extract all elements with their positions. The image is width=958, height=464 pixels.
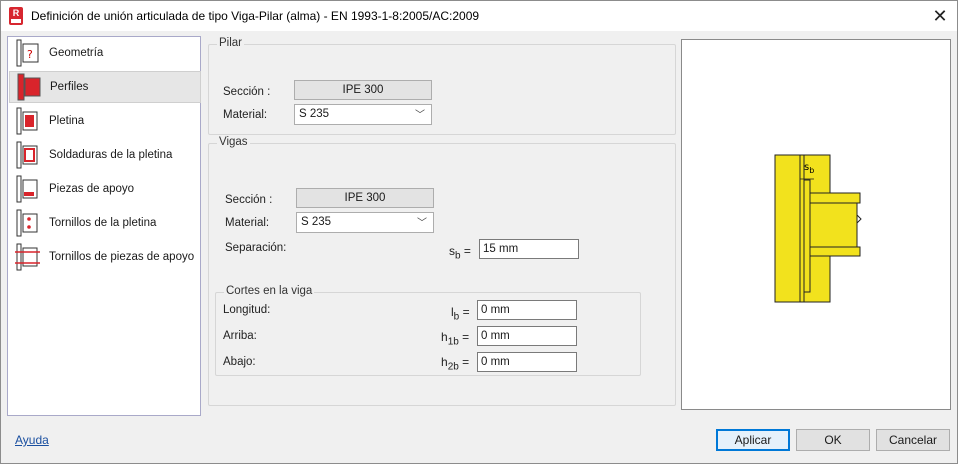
- profiles-icon: [15, 72, 45, 102]
- nav-label: Pletina: [49, 115, 85, 127]
- help-link[interactable]: Ayuda: [15, 433, 49, 447]
- close-button[interactable]: ✕: [929, 5, 951, 27]
- nav-label: Tornillos de la pletina: [49, 217, 157, 229]
- connection-drawing: sb: [774, 154, 862, 303]
- pilar-material-select[interactable]: S 235 ﹀: [294, 104, 432, 125]
- beam-top-flange: [809, 192, 861, 204]
- chevron-down-icon: ﹀: [417, 218, 427, 229]
- vigas-group-title: Vigas: [217, 136, 250, 148]
- apply-button[interactable]: Aplicar: [716, 429, 790, 451]
- nav-item-tornillos-pletina[interactable]: Tornillos de la pletina: [9, 207, 201, 239]
- geometry-icon: ?: [14, 38, 44, 68]
- dialog-window: R Definición de unión articulada de tipo…: [0, 0, 958, 464]
- section-nav-list: ? Geometría Perfiles Pletina Soldaduras …: [7, 36, 201, 416]
- arriba-label: Arriba:: [223, 330, 257, 342]
- separation-input[interactable]: 15 mm: [479, 239, 579, 259]
- nav-label: Piezas de apoyo: [49, 183, 135, 195]
- plate-welds-icon: [14, 140, 44, 170]
- nav-label: Geometría: [49, 47, 104, 59]
- abajo-symbol: h2b =: [441, 355, 470, 373]
- nav-item-piezas-apoyo[interactable]: Piezas de apoyo: [9, 173, 201, 205]
- cortes-group: Cortes en la viga: [215, 285, 641, 376]
- beam-bottom-flange: [809, 246, 861, 257]
- svg-text:?: ?: [27, 48, 33, 61]
- separation-label: Separación:: [225, 242, 287, 254]
- pilar-material-value: S 235: [299, 108, 330, 120]
- pilar-section-field[interactable]: IPE 300: [294, 80, 432, 100]
- chevron-down-icon: ﹀: [415, 110, 425, 121]
- break-mark: [856, 214, 862, 224]
- beam-web: [809, 202, 858, 248]
- nav-label: Soldaduras de la pletina: [49, 149, 173, 161]
- vigas-material-value: S 235: [301, 216, 332, 228]
- vigas-material-select[interactable]: S 235 ﹀: [296, 212, 434, 233]
- fin-plate: [803, 179, 811, 293]
- longitud-symbol: lb =: [451, 305, 470, 323]
- title-bar: R Definición de unión articulada de tipo…: [1, 1, 957, 31]
- nav-item-perfiles[interactable]: Perfiles: [9, 71, 201, 103]
- vigas-material-label: Material:: [225, 217, 270, 229]
- pilar-section-label: Sección :: [223, 86, 271, 98]
- window-title: Definición de unión articulada de tipo V…: [31, 9, 480, 23]
- cortes-group-title: Cortes en la viga: [224, 285, 315, 297]
- plate-icon: [14, 106, 44, 136]
- connection-preview: sb: [681, 39, 951, 410]
- arriba-symbol: h1b =: [441, 330, 470, 348]
- pilar-group-title: Pilar: [217, 37, 245, 49]
- cancel-button[interactable]: Cancelar: [876, 429, 950, 451]
- nav-item-pletina[interactable]: Pletina: [9, 105, 201, 137]
- vigas-section-field[interactable]: IPE 300: [296, 188, 434, 208]
- nav-item-tornillos-piezas[interactable]: Tornillos de piezas de apoyo: [9, 241, 201, 273]
- abajo-label: Abajo:: [223, 356, 256, 368]
- separation-symbol: sb =: [449, 244, 471, 262]
- support-bolts-icon: [14, 242, 44, 272]
- app-icon: R: [9, 7, 23, 25]
- nav-item-geometria[interactable]: ? Geometría: [9, 37, 201, 69]
- vigas-section-label: Sección :: [225, 194, 273, 206]
- ok-button[interactable]: OK: [796, 429, 870, 451]
- pilar-material-label: Material:: [223, 109, 268, 121]
- longitud-input[interactable]: 0 mm: [477, 300, 577, 320]
- nav-label: Tornillos de piezas de apoyo: [49, 251, 195, 263]
- support-pieces-icon: [14, 174, 44, 204]
- longitud-label: Longitud:: [223, 304, 271, 316]
- plate-bolts-icon: [14, 208, 44, 238]
- nav-item-soldaduras[interactable]: Soldaduras de la pletina: [9, 139, 201, 171]
- arriba-input[interactable]: 0 mm: [477, 326, 577, 346]
- abajo-input[interactable]: 0 mm: [477, 352, 577, 372]
- nav-label: Perfiles: [50, 81, 89, 93]
- pilar-group: Pilar: [208, 37, 676, 135]
